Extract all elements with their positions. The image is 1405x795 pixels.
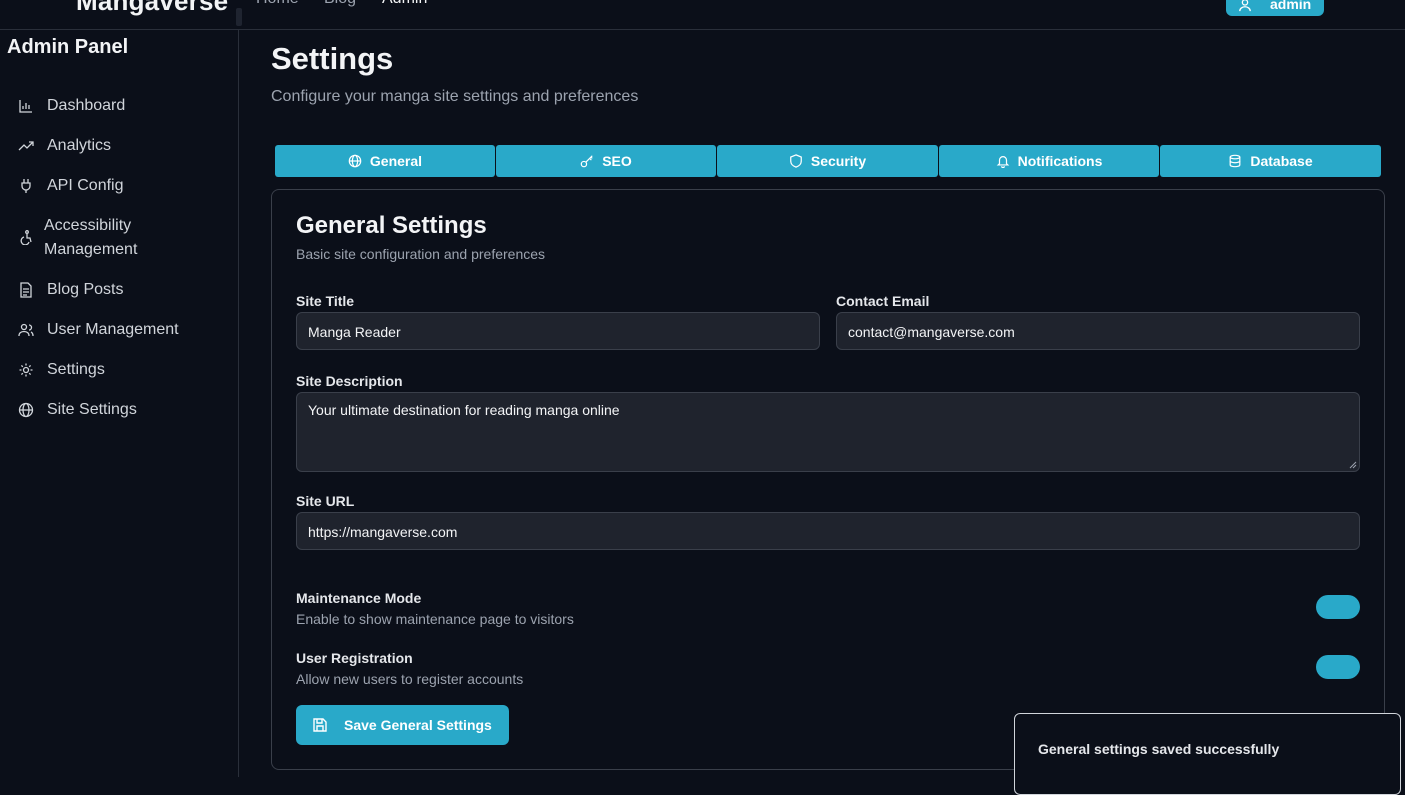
sidebar-item-accessibility[interactable]: Accessibility Management — [18, 217, 228, 261]
site-title-input[interactable]: Manga Reader — [296, 312, 820, 350]
tab-general[interactable]: General — [275, 145, 495, 177]
sidebar-item-label: Settings — [47, 361, 105, 378]
user-registration-description: Allow new users to register accounts — [296, 671, 524, 687]
nav-link-blog[interactable]: Blog — [324, 0, 356, 8]
top-nav: Mangaverse Home Blog Admin admin — [0, 0, 1405, 30]
key-icon — [580, 155, 593, 168]
user-icon — [1239, 0, 1251, 12]
tab-seo[interactable]: SEO — [496, 145, 716, 177]
users-icon — [18, 323, 34, 337]
general-settings-card: General Settings Basic site configuratio… — [271, 189, 1385, 770]
user-registration-label: User Registration — [296, 650, 413, 666]
sidebar-item-label: Analytics — [47, 137, 112, 154]
nav-divider — [236, 8, 242, 26]
contact-email-input[interactable]: contact@mangaverse.com — [836, 312, 1360, 350]
sidebar-item-label: User Management — [47, 321, 179, 338]
site-url-input[interactable]: https://mangaverse.com — [296, 512, 1360, 550]
tab-label: Database — [1250, 153, 1313, 169]
sidebar-item-label: Blog Posts — [47, 281, 124, 298]
tab-label: General — [369, 153, 423, 169]
save-icon — [313, 718, 327, 732]
tab-label: Notifications — [1017, 153, 1103, 169]
trending-up-icon — [18, 141, 34, 151]
accessibility-icon — [20, 230, 32, 245]
gear-icon — [19, 363, 33, 377]
sidebar-item-label: API Config — [47, 177, 124, 194]
site-description-value: Your ultimate destination for reading ma… — [308, 402, 620, 418]
maintenance-mode-description: Enable to show maintenance page to visit… — [296, 611, 574, 627]
toast-message: General settings saved successfully — [1038, 741, 1280, 757]
nav-link-admin[interactable]: Admin — [382, 0, 427, 8]
tab-notifications[interactable]: Notifications — [939, 145, 1159, 177]
site-description-label: Site Description — [296, 373, 403, 389]
maintenance-mode-toggle[interactable] — [1316, 595, 1360, 619]
resize-grip-icon[interactable] — [1349, 461, 1357, 469]
shield-icon — [790, 154, 802, 168]
contact-email-label: Contact Email — [836, 293, 930, 309]
tab-security[interactable]: Security — [717, 145, 938, 177]
database-icon — [1229, 154, 1241, 168]
sidebar-title: Admin Panel — [7, 36, 129, 58]
globe-icon — [18, 402, 34, 418]
card-title: General Settings — [296, 212, 487, 239]
bar-chart-icon — [19, 100, 32, 113]
card-subtitle: Basic site configuration and preferences — [296, 246, 546, 262]
save-general-settings-button[interactable]: Save General Settings — [296, 705, 509, 745]
site-title-label: Site Title — [296, 293, 355, 309]
bell-icon — [996, 156, 1009, 168]
user-menu-label: admin — [1270, 0, 1312, 12]
user-registration-toggle[interactable] — [1316, 655, 1360, 679]
success-toast: General settings saved successfully — [1014, 713, 1401, 795]
sidebar-item-label: Dashboard — [47, 97, 126, 114]
tab-label: Security — [810, 153, 867, 169]
sidebar: Admin Panel Dashboard Analytics API Conf… — [0, 30, 239, 777]
tab-database[interactable]: Database — [1160, 145, 1381, 177]
nav-link-home[interactable]: Home — [256, 0, 299, 8]
brand-logo[interactable]: Mangaverse — [76, 0, 228, 17]
site-description-textarea[interactable]: Your ultimate destination for reading ma… — [296, 392, 1360, 472]
save-button-label: Save General Settings — [344, 717, 492, 733]
page-title: Settings — [271, 41, 394, 76]
sidebar-item-label: Accessibility Management — [44, 217, 138, 258]
tab-label: SEO — [602, 153, 632, 169]
settings-tabs: General SEO Security Notifications Datab… — [275, 145, 1381, 177]
globe-icon — [348, 154, 362, 168]
page-subtitle: Configure your manga site settings and p… — [271, 88, 639, 105]
maintenance-mode-label: Maintenance Mode — [296, 590, 422, 606]
site-url-label: Site URL — [296, 493, 355, 509]
sidebar-item-label: Site Settings — [47, 401, 137, 418]
plug-icon — [21, 179, 31, 193]
file-text-icon — [20, 282, 32, 298]
user-menu-button[interactable]: admin — [1226, 0, 1324, 16]
